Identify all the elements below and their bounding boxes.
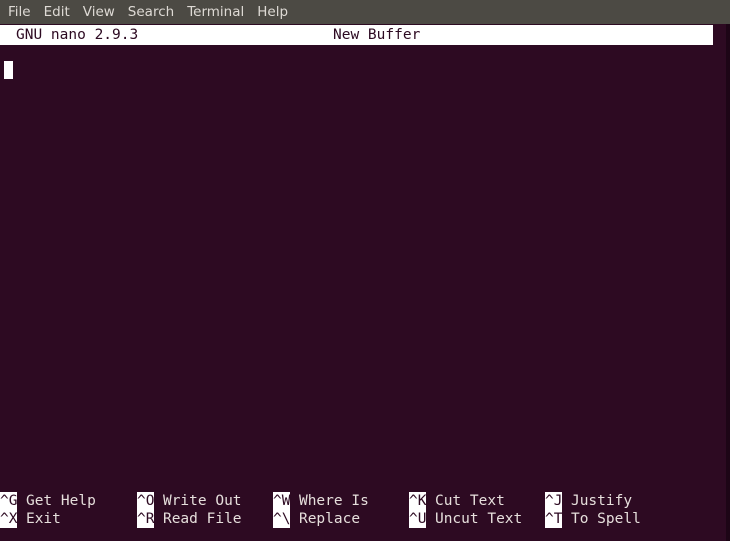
shortcut-key: ^T [545, 510, 562, 528]
shortcut-cut-text[interactable]: ^KCut Text [409, 492, 505, 510]
menu-item-search[interactable]: Search [128, 0, 181, 24]
terminal-window: File Edit View Search Terminal Help GNU … [0, 0, 730, 541]
shortcut-key: ^J [545, 492, 562, 510]
shortcut-label: Justify [562, 492, 632, 510]
shortcut-key: ^W [273, 492, 290, 510]
nano-title-bar: GNU nano 2.9.3 New Buffer [0, 25, 713, 45]
nano-edit-area[interactable] [0, 45, 726, 491]
shortcut-label: Where Is [290, 492, 368, 510]
shortcut-key: ^O [137, 492, 154, 510]
menu-item-view[interactable]: View [83, 0, 122, 24]
shortcut-key: ^X [0, 510, 17, 528]
shortcut-key: ^\ [273, 510, 290, 528]
menu-item-edit[interactable]: Edit [44, 0, 77, 24]
shortcut-exit[interactable]: ^XExit [0, 510, 61, 528]
shortcut-uncut-text[interactable]: ^UUncut Text [409, 510, 522, 528]
menu-item-terminal[interactable]: Terminal [187, 0, 251, 24]
terminal-surface[interactable]: GNU nano 2.9.3 New Buffer ^GGet Help ^OWr… [0, 24, 730, 541]
shortcut-label: Cut Text [426, 492, 504, 510]
shortcut-label: Write Out [154, 492, 241, 510]
shortcut-key: ^K [409, 492, 426, 510]
shortcut-row-1: ^XExit ^RRead File ^\Replace ^UUncut Text ^T… [0, 510, 730, 528]
menu-item-help[interactable]: Help [257, 0, 295, 24]
menu-item-file[interactable]: File [8, 0, 38, 24]
shortcut-label: Read File [154, 510, 241, 528]
shortcut-label: Uncut Text [426, 510, 522, 528]
shortcut-row-0: ^GGet Help ^OWrite Out ^WWhere Is ^KCut Tex… [0, 492, 730, 510]
shortcut-write-out[interactable]: ^OWrite Out [137, 492, 242, 510]
shortcut-justify[interactable]: ^JJustify [545, 492, 632, 510]
shortcut-key: ^G [0, 492, 17, 510]
shortcut-where-is[interactable]: ^WWhere Is [273, 492, 369, 510]
shortcut-key: ^R [137, 510, 154, 528]
nano-version-label: GNU nano 2.9.3 [16, 26, 138, 44]
shortcut-label: Get Help [17, 492, 95, 510]
shortcut-to-spell[interactable]: ^TTo Spell [545, 510, 641, 528]
shortcut-key: ^U [409, 510, 426, 528]
text-cursor [4, 61, 13, 79]
shortcut-label: To Spell [562, 510, 640, 528]
menu-bar: File Edit View Search Terminal Help [0, 0, 730, 24]
shortcut-read-file[interactable]: ^RRead File [137, 510, 242, 528]
shortcut-replace[interactable]: ^\Replace [273, 510, 360, 528]
scrollbar[interactable] [726, 24, 730, 541]
shortcut-label: Exit [17, 510, 60, 528]
nano-shortcut-bar: ^GGet Help ^OWrite Out ^WWhere Is ^KCut Tex… [0, 491, 730, 541]
shortcut-get-help[interactable]: ^GGet Help [0, 492, 96, 510]
nano-buffer-label: New Buffer [333, 26, 420, 44]
shortcut-label: Replace [290, 510, 360, 528]
